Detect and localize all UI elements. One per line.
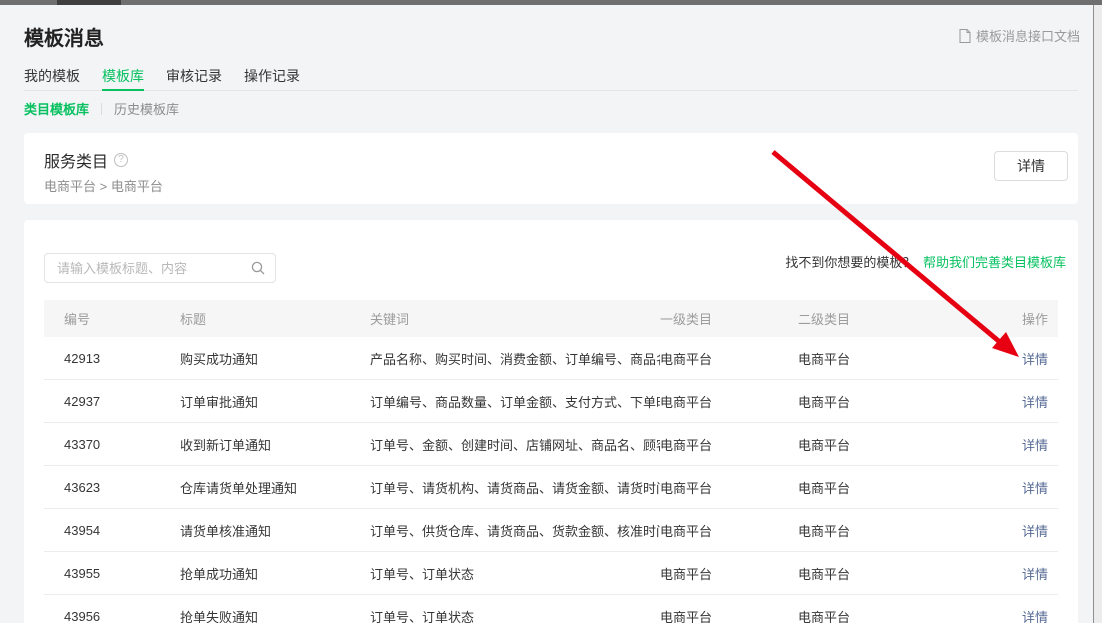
table-row: 42913 购买成功通知 产品名称、购买时间、消费金额、订单编号、商品名称、支.…	[44, 337, 1058, 380]
cell-cat2: 电商平台	[798, 478, 996, 497]
table-row: 43955 抢单成功通知 订单号、订单状态 电商平台 电商平台 详情	[44, 552, 1058, 595]
cell-id: 42937	[64, 394, 180, 409]
template-api-doc-link[interactable]: 模板消息接口文档	[959, 26, 1080, 45]
subtab-divider	[101, 103, 102, 115]
table-row: 43954 请货单核准通知 订单号、供货仓库、请货商品、货款金额、核准时间 电商…	[44, 509, 1058, 552]
cell-cat1: 电商平台	[660, 392, 798, 411]
service-category-card: 服务类目 ? 电商平台 > 电商平台 详情	[24, 133, 1078, 204]
col-header-cat2: 二级类目	[798, 309, 996, 328]
row-detail-link[interactable]: 详情	[1022, 610, 1048, 623]
cell-cat2: 电商平台	[798, 607, 996, 623]
col-header-cat1: 一级类目	[660, 309, 798, 328]
cell-cat1: 电商平台	[660, 607, 798, 623]
table-row: 42937 订单审批通知 订单编号、商品数量、订单金额、支付方式、下单时间 电商…	[44, 380, 1058, 423]
cell-cat1: 电商平台	[660, 564, 798, 583]
search-box	[44, 253, 276, 283]
cell-keywords: 订单号、订单状态	[370, 564, 660, 583]
cell-id: 43954	[64, 523, 180, 538]
main-tabs: 我的模板 模板库 审核记录 操作记录	[24, 66, 1078, 91]
search-icon[interactable]	[250, 260, 266, 281]
template-help-line: 找不到你想要的模板？ 帮助我们完善类目模板库	[785, 248, 1066, 278]
row-detail-link[interactable]: 详情	[1022, 438, 1048, 453]
row-detail-link[interactable]: 详情	[1022, 567, 1048, 582]
table-header-row: 编号 标题 关键词 一级类目 二级类目 操作	[44, 300, 1058, 337]
cell-title: 订单审批通知	[180, 392, 370, 411]
help-prefix-text: 找不到你想要的模板？	[785, 255, 915, 270]
browser-top-strip	[0, 0, 1102, 5]
cell-keywords: 订单编号、商品数量、订单金额、支付方式、下单时间	[370, 392, 660, 411]
row-detail-link[interactable]: 详情	[1022, 481, 1048, 496]
tab-review-records[interactable]: 审核记录	[166, 66, 222, 90]
row-detail-link[interactable]: 详情	[1022, 395, 1048, 410]
cell-cat2: 电商平台	[798, 349, 996, 368]
cell-cat1: 电商平台	[660, 478, 798, 497]
cell-id: 43370	[64, 437, 180, 452]
subtab-history-library[interactable]: 历史模板库	[114, 99, 179, 118]
cell-title: 请货单核准通知	[180, 521, 370, 540]
doc-link-label: 模板消息接口文档	[976, 26, 1080, 45]
cell-keywords: 订单号、供货仓库、请货商品、货款金额、核准时间	[370, 521, 660, 540]
col-header-title: 标题	[180, 309, 370, 328]
subtab-category-library[interactable]: 类目模板库	[24, 99, 89, 118]
cell-id: 42913	[64, 351, 180, 366]
col-header-id: 编号	[64, 309, 180, 328]
search-input[interactable]	[45, 254, 275, 282]
cell-id: 43955	[64, 566, 180, 581]
row-detail-link[interactable]: 详情	[1022, 352, 1048, 367]
template-table-card: 找不到你想要的模板？ 帮助我们完善类目模板库 编号 标题 关键词 一级类目 二级…	[24, 220, 1078, 623]
cell-cat2: 电商平台	[798, 435, 996, 454]
cell-keywords: 订单号、订单状态	[370, 607, 660, 623]
cell-title: 仓库请货单处理通知	[180, 478, 370, 497]
cell-keywords: 订单号、金额、创建时间、店铺网址、商品名、顾客、数量...	[370, 435, 660, 454]
service-detail-button[interactable]: 详情	[994, 151, 1068, 181]
cell-cat1: 电商平台	[660, 435, 798, 454]
cell-cat2: 电商平台	[798, 564, 996, 583]
cell-keywords: 产品名称、购买时间、消费金额、订单编号、商品名称、支...	[370, 349, 660, 368]
tab-operation-records[interactable]: 操作记录	[244, 66, 300, 90]
col-header-keywords: 关键词	[370, 309, 660, 328]
service-category-title: 服务类目	[44, 148, 108, 172]
vertical-scrollbar[interactable]	[1093, 0, 1102, 623]
cell-cat1: 电商平台	[660, 521, 798, 540]
cell-id: 43956	[64, 609, 180, 623]
cell-title: 抢单失败通知	[180, 607, 370, 623]
row-detail-link[interactable]: 详情	[1022, 524, 1048, 539]
cell-cat1: 电商平台	[660, 349, 798, 368]
table-row: 43956 抢单失败通知 订单号、订单状态 电商平台 电商平台 详情	[44, 595, 1058, 623]
cell-id: 43623	[64, 480, 180, 495]
tab-template-library[interactable]: 模板库	[102, 66, 144, 91]
browser-top-strip-segment	[57, 0, 121, 5]
improve-library-link[interactable]: 帮助我们完善类目模板库	[923, 255, 1066, 270]
cell-keywords: 订单号、请货机构、请货商品、请货金额、请货时间	[370, 478, 660, 497]
document-icon	[959, 29, 971, 43]
tab-my-templates[interactable]: 我的模板	[24, 66, 80, 90]
cell-title: 收到新订单通知	[180, 435, 370, 454]
table-row: 43623 仓库请货单处理通知 订单号、请货机构、请货商品、请货金额、请货时间 …	[44, 466, 1058, 509]
cell-title: 购买成功通知	[180, 349, 370, 368]
sub-tabs: 类目模板库 历史模板库	[24, 99, 179, 118]
breadcrumb: 电商平台 > 电商平台	[44, 176, 163, 195]
col-header-action: 操作	[996, 309, 1048, 328]
table-body: 42913 购买成功通知 产品名称、购买时间、消费金额、订单编号、商品名称、支.…	[44, 337, 1058, 623]
question-circle-icon[interactable]: ?	[114, 153, 128, 167]
page-title: 模板消息	[24, 22, 104, 51]
cell-cat2: 电商平台	[798, 521, 996, 540]
cell-cat2: 电商平台	[798, 392, 996, 411]
table-row: 43370 收到新订单通知 订单号、金额、创建时间、店铺网址、商品名、顾客、数量…	[44, 423, 1058, 466]
cell-title: 抢单成功通知	[180, 564, 370, 583]
